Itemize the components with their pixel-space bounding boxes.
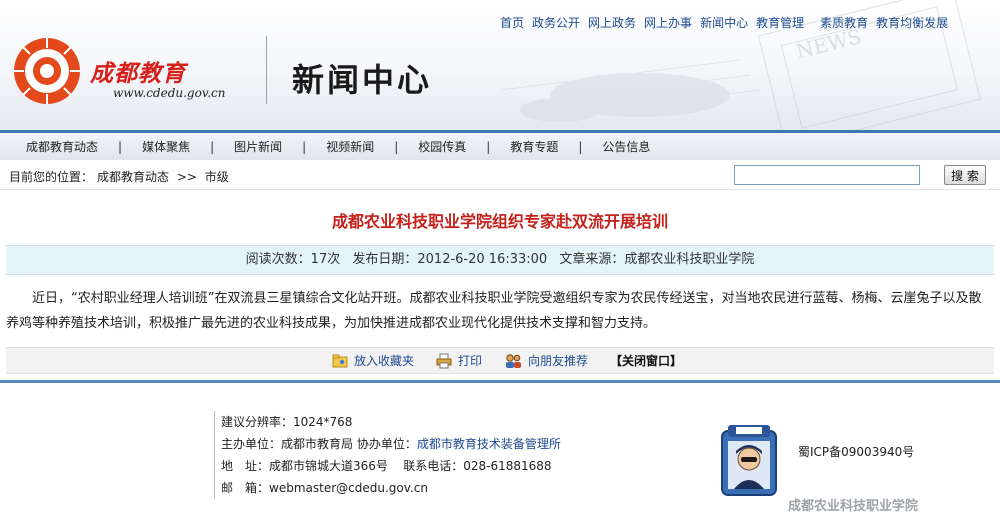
footer-co-organizer-link[interactable]: 成都市教育技术装备管理所 xyxy=(417,437,561,451)
nav-separator: | xyxy=(302,139,307,154)
top-link-online-government[interactable]: 网上政务 xyxy=(588,14,636,31)
publish-date: 2012-6-20 16:33:00 xyxy=(417,252,548,267)
nav-item-announcements[interactable]: 公告信息 xyxy=(602,138,650,155)
read-count: 17次 xyxy=(310,252,341,267)
footer-organizers: 主办单位：成都市教育局 协办单位：成都市教育技术装备管理所 xyxy=(221,437,561,451)
nav-separator: | xyxy=(118,139,123,154)
add-favorite-button[interactable]: 放入收藏夹 xyxy=(332,352,414,369)
nav-separator: | xyxy=(210,139,215,154)
nav-separator: | xyxy=(578,139,583,154)
breadcrumb-label: 目前您的位置： xyxy=(9,170,94,184)
top-link-balanced-education[interactable]: 教育均衡发展 xyxy=(876,14,948,31)
nav-item-chengdu-news[interactable]: 成都教育动态 xyxy=(26,138,98,155)
main-nav: 成都教育动态 | 媒体聚焦 | 图片新闻 | 视频新闻 | 校园传真 | 教育专… xyxy=(0,133,1000,160)
article-meta: 阅读次数：17次 发布日期：2012-6-20 16:33:00 文章来源：成都… xyxy=(6,245,994,275)
article-source: 成都农业科技职业学院 xyxy=(624,252,755,267)
top-link-education-management[interactable]: 教育管理 xyxy=(756,14,804,31)
add-favorite-label: 放入收藏夹 xyxy=(354,354,415,368)
nav-item-photo-news[interactable]: 图片新闻 xyxy=(234,138,282,155)
nav-item-education-topics[interactable]: 教育专题 xyxy=(510,138,558,155)
breadcrumb: 目前您的位置： 成都教育动态 >> 市级 xyxy=(9,168,233,185)
logo-name: 成都教育 xyxy=(90,60,186,87)
logo-url: www.cdedu.gov.cn xyxy=(113,86,226,100)
chengdu-education-logo-icon xyxy=(14,38,80,104)
print-button[interactable]: 打印 xyxy=(436,352,482,369)
close-window-button[interactable]: 【关闭窗口】 xyxy=(610,352,682,369)
footer-address: 地 址：成都市锦城大道366号 联系电话：028-61881688 xyxy=(221,459,552,473)
site-footer: 建议分辨率：1024*768 主办单位：成都市教育局 协办单位：成都市教育技术装… xyxy=(0,383,1000,512)
logo-divider xyxy=(266,36,267,104)
nav-item-media-focus[interactable]: 媒体聚焦 xyxy=(142,138,190,155)
article-body: 近日，“农村职业经理人培训班”在双流县三星镇综合文化站开班。成都农业科技职业学院… xyxy=(6,291,982,331)
top-links: 首页 政务公开 网上政务 网上办事 新闻中心 教育管理 素质教育 教育均衡发展 xyxy=(500,14,956,31)
top-link-government-affairs[interactable]: 政务公开 xyxy=(532,14,580,31)
footer-resolution: 建议分辨率：1024*768 xyxy=(221,415,353,429)
site-header: NEWS 成都教育 www.cdedu.gov.cn 新闻中心 首页 政务公开 … xyxy=(0,0,1000,130)
recommend-friend-icon xyxy=(506,353,522,368)
footer-email-address[interactable]: webmaster@cdedu.gov.cn xyxy=(269,481,428,495)
print-icon xyxy=(436,353,452,368)
footer-brand: 成都农业科技职业学院 xyxy=(788,499,919,512)
print-label: 打印 xyxy=(458,354,483,368)
favorite-folder-icon xyxy=(332,354,348,367)
nav-item-video-news[interactable]: 视频新闻 xyxy=(326,138,374,155)
main-nav-bar: 成都教育动态 | 媒体聚焦 | 图片新闻 | 视频新闻 | 校园传真 | 教育专… xyxy=(0,130,1000,160)
nav-separator: | xyxy=(394,139,399,154)
footer-info: 建议分辨率：1024*768 主办单位：成都市教育局 协办单位：成都市教育技术装… xyxy=(214,411,561,499)
nav-separator: | xyxy=(486,139,491,154)
publish-date-label: 发布日期：2012-6-20 16:33:00 xyxy=(352,252,548,267)
article-actions: 放入收藏夹 打印 向朋友推荐 【关闭窗口】 xyxy=(332,352,682,369)
top-link-quality-education[interactable]: 素质教育 xyxy=(820,14,868,31)
footer-phone: 028-61881688 xyxy=(463,459,552,473)
top-link-news-center[interactable]: 新闻中心 xyxy=(700,14,748,31)
breadcrumb-item-city-level[interactable]: 市级 xyxy=(205,170,229,184)
read-count-label: 阅读次数：17次 xyxy=(245,252,341,267)
article-title: 成都农业科技职业学院组织专家赴双流开展培训 xyxy=(331,212,668,231)
breadcrumb-item-chengdu-news[interactable]: 成都教育动态 xyxy=(97,170,169,184)
recommend-friend-button[interactable]: 向朋友推荐 xyxy=(504,352,588,369)
search-input[interactable] xyxy=(734,165,920,185)
top-link-online-services[interactable]: 网上办事 xyxy=(644,14,692,31)
top-link-home[interactable]: 首页 xyxy=(500,14,524,31)
footer-host: 成都市教育局 xyxy=(281,437,354,451)
recommend-friend-label: 向朋友推荐 xyxy=(528,354,589,368)
footer-email: 邮 箱：webmaster@cdedu.gov.cn xyxy=(221,481,428,495)
icp-number[interactable]: 蜀ICP备09003940号 xyxy=(798,443,914,460)
nav-item-campus-news[interactable]: 校园传真 xyxy=(418,138,466,155)
article-source-label: 文章来源：成都农业科技职业学院 xyxy=(559,252,755,267)
section-title: 新闻中心 xyxy=(292,61,433,99)
cyber-police-icon[interactable] xyxy=(716,421,782,499)
article-actions-bar: 放入收藏夹 打印 向朋友推荐 【关闭窗口】 xyxy=(6,347,994,374)
search-button[interactable]: 搜 索 xyxy=(944,165,986,185)
breadcrumb-separator: >> xyxy=(176,170,197,184)
